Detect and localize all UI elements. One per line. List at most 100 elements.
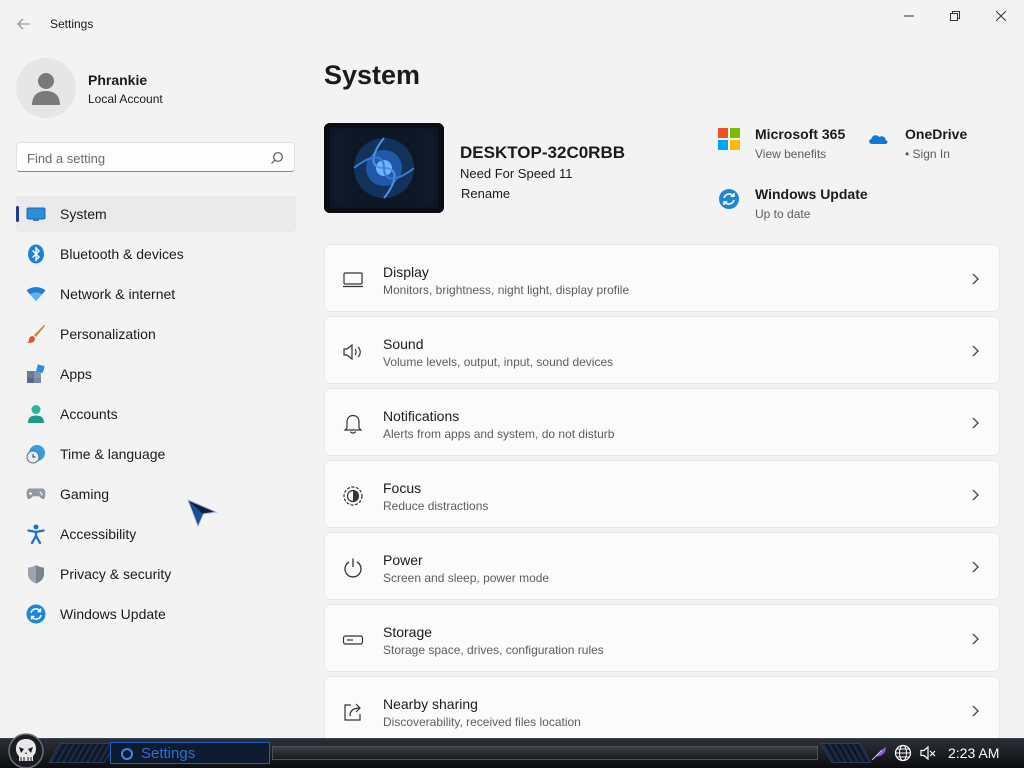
device-model: Need For Speed 11 xyxy=(460,166,573,181)
taskbar-decoration-left xyxy=(48,743,116,763)
storage-icon xyxy=(342,629,364,651)
chevron-right-icon xyxy=(972,417,979,429)
settings-card-display[interactable]: Display Monitors, brightness, night ligh… xyxy=(324,244,1000,312)
card-subtitle: Screen and sleep, power mode xyxy=(383,571,550,585)
rename-link[interactable]: Rename xyxy=(461,186,510,201)
minimize-icon xyxy=(904,15,914,17)
sidebar-item-network[interactable]: Network & internet xyxy=(16,276,296,312)
chevron-right-icon xyxy=(972,345,979,357)
sidebar-item-label: Windows Update xyxy=(60,606,166,622)
chevron-right-icon xyxy=(972,273,979,285)
card-subtitle: Reduce distractions xyxy=(383,499,489,513)
taskbar-clock[interactable]: 2:23 AM xyxy=(948,745,999,761)
sidebar-item-time-language[interactable]: Time & language xyxy=(16,436,296,472)
taskbar-track xyxy=(272,746,818,760)
sidebar-item-bluetooth[interactable]: Bluetooth & devices xyxy=(16,236,296,272)
sidebar-item-label: Accessibility xyxy=(60,526,137,542)
card-title: Notifications xyxy=(383,408,460,424)
minimize-button[interactable] xyxy=(886,0,932,32)
sidebar-item-label: Bluetooth & devices xyxy=(60,246,184,262)
maximize-icon xyxy=(950,11,960,21)
settings-card-nearby-sharing[interactable]: Nearby sharing Discoverability, received… xyxy=(324,676,1000,738)
globe-network-icon[interactable] xyxy=(894,744,912,762)
speaker-icon xyxy=(342,341,364,363)
quick-link-title: OneDrive xyxy=(905,126,968,142)
chevron-right-icon xyxy=(972,705,979,717)
settings-card-storage[interactable]: Storage Storage space, drives, configura… xyxy=(324,604,1000,672)
wifi-icon xyxy=(26,284,46,304)
close-button[interactable] xyxy=(978,0,1024,32)
settings-card-notifications[interactable]: Notifications Alerts from apps and syste… xyxy=(324,388,1000,456)
sidebar-item-gaming[interactable]: Gaming xyxy=(16,476,296,512)
quick-link-subtitle: • Sign In xyxy=(905,147,950,161)
chevron-right-icon xyxy=(972,561,979,573)
onedrive-cloud-icon xyxy=(869,135,888,144)
display-icon xyxy=(342,269,364,291)
feather-icon[interactable] xyxy=(870,744,888,762)
sidebar-item-label: System xyxy=(60,206,107,222)
sidebar-item-accessibility[interactable]: Accessibility xyxy=(16,516,296,552)
maximize-button[interactable] xyxy=(932,0,978,32)
sidebar-item-system[interactable]: System xyxy=(16,196,296,232)
card-subtitle: Discoverability, received files location xyxy=(383,715,581,729)
sidebar-item-label: Apps xyxy=(60,366,92,382)
clock-globe-icon xyxy=(26,444,46,464)
sidebar-item-apps[interactable]: Apps xyxy=(16,356,296,392)
person-icon xyxy=(26,404,46,424)
taskbar-item-settings[interactable]: Settings xyxy=(110,742,270,764)
focus-icon xyxy=(342,485,364,507)
sidebar-item-label: Accounts xyxy=(60,406,118,422)
profile-name: Phrankie xyxy=(88,72,148,88)
sidebar-item-label: Privacy & security xyxy=(60,566,172,582)
taskbar-item-label: Settings xyxy=(141,745,196,762)
taskbar: Settings 2:23 AM xyxy=(0,733,1024,768)
bell-icon xyxy=(342,413,364,435)
sidebar-nav: System Bluetooth & devices Network & int… xyxy=(16,196,296,636)
search-icon[interactable] xyxy=(270,151,284,165)
search-input[interactable] xyxy=(27,149,257,167)
card-title: Storage xyxy=(383,624,433,640)
page-title: System xyxy=(324,60,421,90)
sidebar-item-label: Gaming xyxy=(60,486,110,502)
microsoft-logo-icon xyxy=(718,128,740,150)
sidebar-item-privacy-security[interactable]: Privacy & security xyxy=(16,556,296,592)
settings-card-sound[interactable]: Sound Volume levels, output, input, soun… xyxy=(324,316,1000,384)
profile-account-type: Local Account xyxy=(88,92,163,106)
card-title: Power xyxy=(383,552,423,568)
settings-card-power[interactable]: Power Screen and sleep, power mode xyxy=(324,532,1000,600)
shield-icon xyxy=(26,564,46,584)
app-title: Settings xyxy=(50,17,94,31)
user-profile[interactable]: Phrankie Local Account xyxy=(16,58,296,118)
back-button[interactable] xyxy=(12,12,36,36)
update-icon xyxy=(26,604,46,624)
volume-muted-icon[interactable] xyxy=(919,744,937,762)
card-title: Nearby sharing xyxy=(383,696,478,712)
card-subtitle: Monitors, brightness, night light, displ… xyxy=(383,283,630,297)
apps-icon xyxy=(26,364,46,384)
sidebar-item-accounts[interactable]: Accounts xyxy=(16,396,296,432)
settings-gear-icon xyxy=(121,748,133,760)
sidebar-item-personalization[interactable]: Personalization xyxy=(16,316,296,352)
update-icon xyxy=(719,189,739,209)
share-icon xyxy=(342,701,364,723)
gamepad-icon xyxy=(26,484,46,504)
title-bar: Settings xyxy=(0,0,1024,48)
settings-card-focus[interactable]: Focus Reduce distractions xyxy=(324,460,1000,528)
sidebar-item-label: Time & language xyxy=(60,446,166,462)
sidebar-item-label: Network & internet xyxy=(60,286,176,302)
quick-link-title: Windows Update xyxy=(755,186,868,202)
device-name: DESKTOP-32C0RBB xyxy=(460,143,626,162)
card-subtitle: Volume levels, output, input, sound devi… xyxy=(383,355,614,369)
user-avatar-icon xyxy=(32,73,60,105)
sidebar-item-windows-update[interactable]: Windows Update xyxy=(16,596,296,632)
close-icon xyxy=(996,11,1006,21)
card-subtitle: Alerts from apps and system, do not dist… xyxy=(383,427,615,441)
sidebar-item-label: Personalization xyxy=(60,326,156,342)
start-button-skull-icon[interactable] xyxy=(4,733,48,768)
card-title: Display xyxy=(383,264,429,280)
card-title: Focus xyxy=(383,480,422,496)
quick-link-subtitle: View benefits xyxy=(755,147,827,161)
paintbrush-icon xyxy=(26,324,46,344)
chevron-right-icon xyxy=(972,633,979,645)
search-box[interactable] xyxy=(16,142,295,172)
